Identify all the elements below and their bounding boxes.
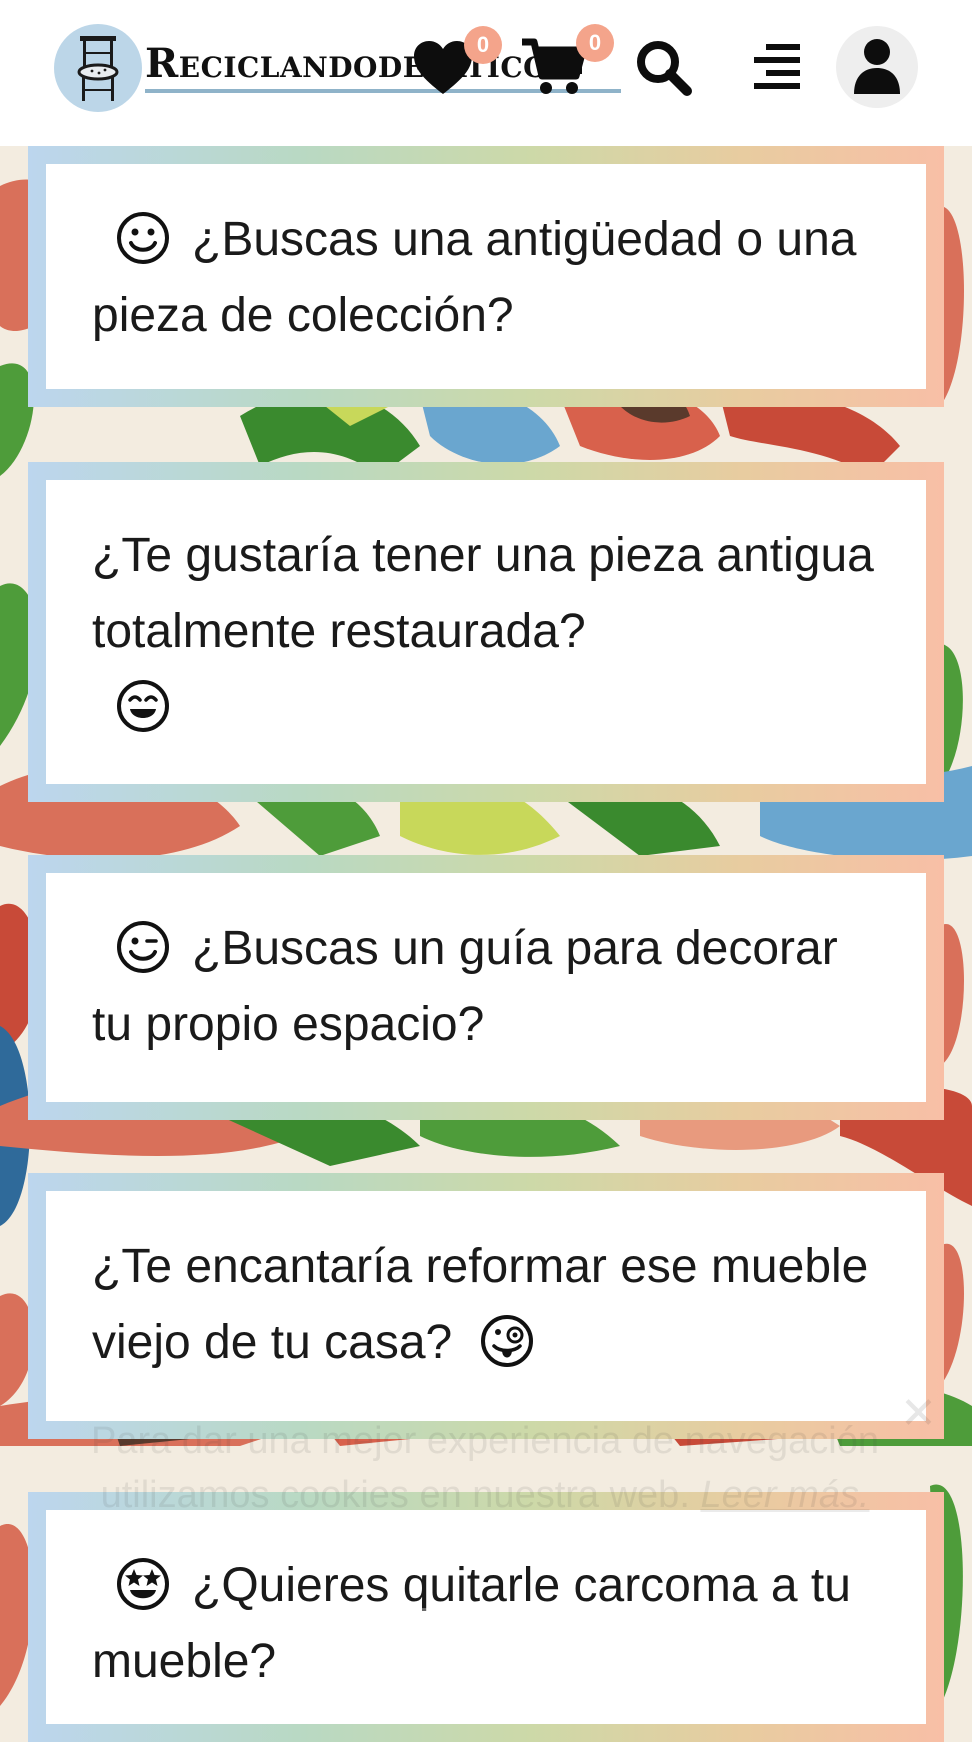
question-card[interactable]: ¿Buscas una antigüedad o una pieza de co… (28, 146, 944, 407)
grinning-face-icon (117, 680, 169, 732)
card-text: ¿Buscas una antigüedad o una pieza de co… (92, 213, 857, 342)
menu-icon[interactable] (752, 42, 802, 92)
winking-face-icon (117, 921, 169, 973)
card-body: ¿Buscas una antigüedad o una pieza de co… (46, 164, 926, 389)
cookie-banner: ✕ Para dar una mejor experiencia de nave… (0, 1389, 972, 1700)
site-header: Reciclandodelatico 0 0 (0, 0, 972, 146)
card-body: ¿Te gustaría tener una pieza antigua tot… (46, 480, 926, 784)
cookie-close-button[interactable]: ✕ (900, 1388, 937, 1439)
account-button[interactable] (836, 26, 918, 108)
card-text: ¿Buscas un guía para decorar tu propio e… (92, 922, 838, 1051)
user-icon (854, 39, 900, 94)
logo[interactable] (54, 24, 142, 112)
card-body: ¿Te encantaría reformar ese mueble viejo… (46, 1191, 926, 1421)
chair-logo-icon (77, 36, 119, 101)
cookie-message: Para dar una mejor experiencia de navega… (70, 1414, 900, 1522)
search-icon[interactable] (636, 40, 692, 96)
wishlist-count-badge: 0 (464, 26, 502, 64)
cart-count-badge: 0 (576, 24, 614, 62)
question-card[interactable]: ¿Buscas un guía para decorar tu propio e… (28, 855, 944, 1120)
card-body: ¿Buscas un guía para decorar tu propio e… (46, 873, 926, 1102)
question-card[interactable]: ¿Te gustaría tener una pieza antigua tot… (28, 462, 944, 802)
smiling-face-icon (117, 212, 169, 264)
zany-face-icon (481, 1315, 534, 1367)
cookie-read-more-link[interactable]: Leer más. (700, 1474, 869, 1516)
accept-cookies-button[interactable]: Aceptar cookies (292, 1608, 706, 1688)
card-text: ¿Te gustaría tener una pieza antigua tot… (92, 529, 874, 658)
